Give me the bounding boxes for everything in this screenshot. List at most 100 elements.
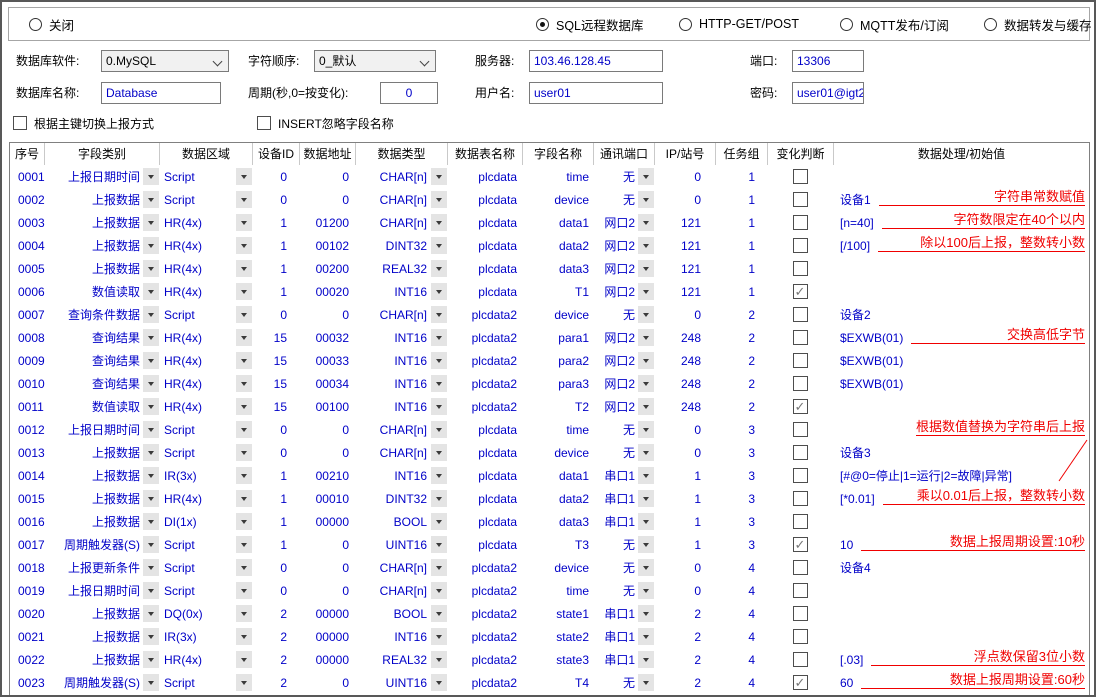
data-address-value[interactable]: 00010 [299,492,355,506]
data-region-value[interactable]: HR(4x) [159,285,235,299]
data-region-dropdown[interactable] [236,490,252,507]
table-name-value[interactable]: plcdata [447,515,522,529]
comm-port-value[interactable]: 串口1 [593,651,637,668]
field-category-value[interactable]: 上报数据 [44,191,142,208]
ip-station-value[interactable]: 2 [654,653,715,667]
change-detect-checkbox[interactable] [793,330,808,345]
data-region-value[interactable]: HR(4x) [159,331,235,345]
data-region-value[interactable]: HR(4x) [159,354,235,368]
field-category-dropdown[interactable] [143,191,159,208]
comm-port-value[interactable]: 网口2 [593,375,637,392]
comm-port-dropdown[interactable] [638,651,654,668]
data-region-dropdown[interactable] [236,651,252,668]
data-region-dropdown[interactable] [236,582,252,599]
device-id-value[interactable]: 0 [252,170,299,184]
comm-port-dropdown[interactable] [638,352,654,369]
table-name-value[interactable]: plcdata [447,538,522,552]
change-detect-checkbox[interactable] [793,169,808,184]
data-type-value[interactable]: DINT32 [355,239,430,253]
task-group-value[interactable]: 3 [715,538,767,552]
comm-port-value[interactable]: 串口1 [593,467,637,484]
data-region-value[interactable]: Script [159,584,235,598]
field-category-value[interactable]: 上报数据 [44,260,142,277]
ip-station-value[interactable]: 248 [654,377,715,391]
change-detect-checkbox[interactable] [793,468,808,483]
field-name-value[interactable]: state3 [522,653,593,667]
field-category-dropdown[interactable] [143,536,159,553]
data-address-value[interactable]: 0 [299,308,355,322]
ip-station-value[interactable]: 2 [654,676,715,690]
process-value[interactable]: [*0.01] [840,492,875,506]
field-category-dropdown[interactable] [143,513,159,530]
ip-station-value[interactable]: 0 [654,446,715,460]
field-category-dropdown[interactable] [143,582,159,599]
device-id-value[interactable]: 2 [252,607,299,621]
ip-station-value[interactable]: 0 [654,170,715,184]
table-name-value[interactable]: plcdata [447,469,522,483]
device-id-value[interactable]: 15 [252,331,299,345]
table-name-value[interactable]: plcdata2 [447,308,522,322]
comm-port-value[interactable]: 网口2 [593,398,637,415]
process-value[interactable]: [.03] [840,653,863,667]
db-name-input[interactable]: Database [101,82,221,104]
radio-http-get-post[interactable]: HTTP-GET/POST [679,8,799,40]
ip-station-value[interactable]: 121 [654,262,715,276]
data-type-dropdown[interactable] [431,237,447,254]
change-detect-checkbox[interactable] [793,261,808,276]
process-value[interactable]: 60 [840,676,853,690]
ip-station-value[interactable]: 248 [654,400,715,414]
field-category-value[interactable]: 周期触发器(S) [44,536,142,553]
process-value[interactable]: 设备3 [840,444,871,461]
ip-station-value[interactable]: 0 [654,308,715,322]
data-type-value[interactable]: CHAR[n] [355,216,430,230]
field-category-dropdown[interactable] [143,329,159,346]
data-type-dropdown[interactable] [431,283,447,300]
data-address-value[interactable]: 0 [299,538,355,552]
device-id-value[interactable]: 1 [252,285,299,299]
field-category-value[interactable]: 上报日期时间 [44,421,142,438]
device-id-value[interactable]: 1 [252,262,299,276]
data-type-value[interactable]: UINT16 [355,538,430,552]
device-id-value[interactable]: 0 [252,308,299,322]
comm-port-dropdown[interactable] [638,513,654,530]
field-category-dropdown[interactable] [143,444,159,461]
device-id-value[interactable]: 2 [252,630,299,644]
field-category-dropdown[interactable] [143,306,159,323]
task-group-value[interactable]: 3 [715,515,767,529]
comm-port-dropdown[interactable] [638,490,654,507]
field-category-value[interactable]: 上报数据 [44,605,142,622]
device-id-value[interactable]: 15 [252,400,299,414]
field-category-value[interactable]: 上报数据 [44,628,142,645]
ip-station-value[interactable]: 1 [654,538,715,552]
table-name-value[interactable]: plcdata [447,446,522,460]
field-category-dropdown[interactable] [143,260,159,277]
field-name-value[interactable]: para3 [522,377,593,391]
data-region-dropdown[interactable] [236,605,252,622]
data-address-value[interactable]: 0 [299,193,355,207]
comm-port-dropdown[interactable] [638,306,654,323]
data-type-dropdown[interactable] [431,674,447,691]
data-type-value[interactable]: CHAR[n] [355,308,430,322]
comm-port-dropdown[interactable] [638,168,654,185]
ip-station-value[interactable]: 1 [654,515,715,529]
task-group-value[interactable]: 3 [715,446,767,460]
data-address-value[interactable]: 00020 [299,285,355,299]
data-region-value[interactable]: HR(4x) [159,653,235,667]
field-category-value[interactable]: 数值读取 [44,398,142,415]
table-name-value[interactable]: plcdata2 [447,354,522,368]
field-category-value[interactable]: 上报数据 [44,467,142,484]
field-name-value[interactable]: T3 [522,538,593,552]
comm-port-value[interactable]: 网口2 [593,352,637,369]
data-region-value[interactable]: HR(4x) [159,262,235,276]
data-type-value[interactable]: BOOL [355,515,430,529]
ip-station-value[interactable]: 2 [654,607,715,621]
field-category-dropdown[interactable] [143,559,159,576]
password-input[interactable]: user01@igt201 [792,82,864,104]
field-category-value[interactable]: 上报数据 [44,444,142,461]
comm-port-value[interactable]: 无 [593,168,637,185]
field-category-value[interactable]: 上报数据 [44,513,142,530]
data-region-dropdown[interactable] [236,536,252,553]
data-address-value[interactable]: 00000 [299,653,355,667]
change-detect-checkbox[interactable] [793,422,808,437]
data-region-dropdown[interactable] [236,467,252,484]
